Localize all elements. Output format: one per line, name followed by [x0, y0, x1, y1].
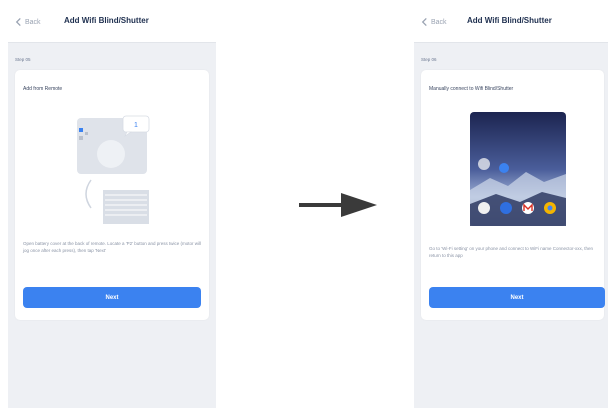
page-title: Add Wifi Blind/Shutter: [467, 16, 552, 25]
screen-step-05: Back Add Wifi Blind/Shutter Step 05 Add …: [8, 0, 216, 408]
chevron-left-icon: [15, 17, 21, 27]
screen-step-06: Back Add Wifi Blind/Shutter Step 06 Manu…: [414, 0, 608, 408]
instruction-text: Go to 'Wi-Fi setting' on your phone and …: [429, 246, 594, 258]
next-button[interactable]: Next: [23, 287, 201, 308]
transition-arrow-icon: [299, 193, 377, 217]
step-card: Add from Remote 1 Open battery cover at …: [15, 70, 209, 320]
card-title: Add from Remote: [23, 86, 63, 92]
back-button[interactable]: Back: [420, 15, 447, 29]
card-title: Manually connect to Wifi Blind/Shutter: [429, 86, 514, 92]
nav-bar: Back Add Wifi Blind/Shutter: [414, 0, 608, 43]
next-button[interactable]: Next: [429, 287, 605, 308]
remote-badge: 1: [134, 122, 138, 129]
instruction-text: Open battery cover at the back of remote…: [23, 241, 202, 253]
remote-illustration: 1: [51, 106, 175, 232]
step-label: Step 05: [15, 57, 31, 62]
step-label: Step 06: [421, 57, 437, 62]
back-label: Back: [431, 18, 447, 26]
phone-home-screen-illustration: [470, 112, 566, 226]
nav-bar: Back Add Wifi Blind/Shutter: [8, 0, 216, 43]
page-title: Add Wifi Blind/Shutter: [64, 16, 149, 25]
back-button[interactable]: Back: [14, 15, 41, 29]
back-label: Back: [25, 18, 41, 26]
chevron-left-icon: [421, 17, 427, 27]
step-card: Manually connect to Wifi Blind/Shutter G…: [421, 70, 605, 320]
